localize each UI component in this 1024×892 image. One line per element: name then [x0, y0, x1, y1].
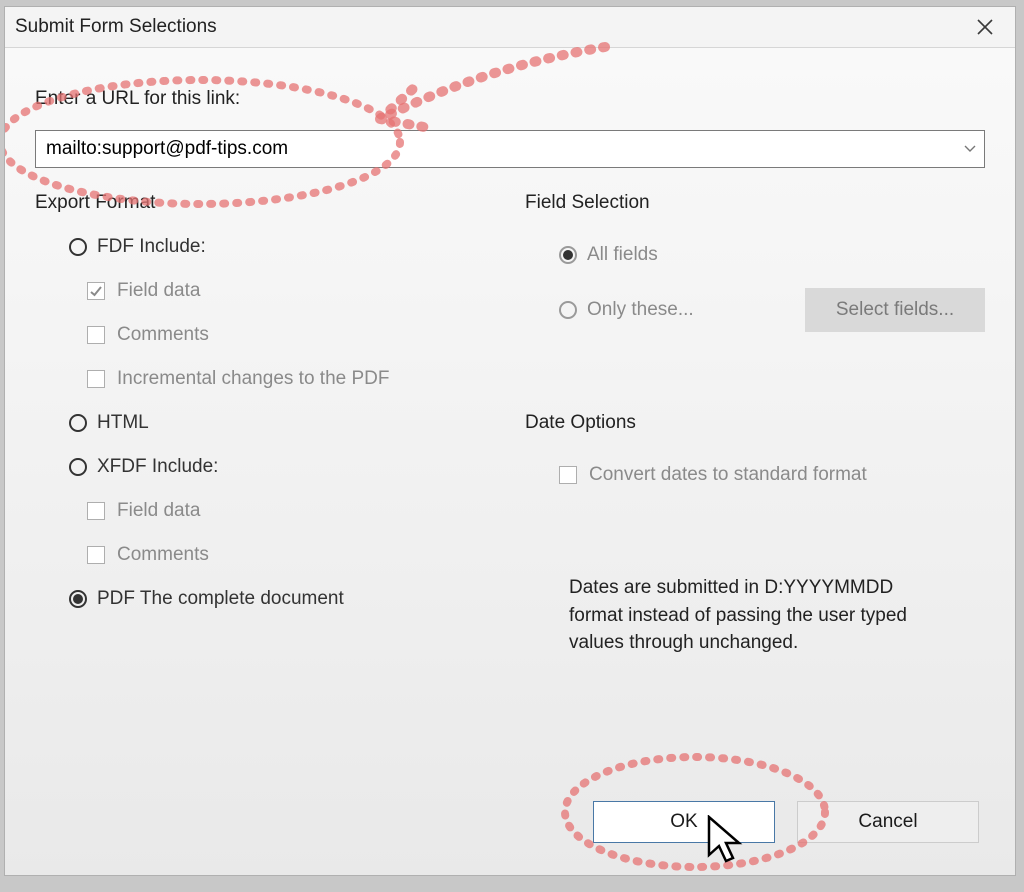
radio-fdf[interactable]: FDF Include: [35, 236, 495, 258]
checkbox-icon [87, 546, 105, 564]
dialog-footer: OK Cancel [593, 801, 979, 843]
submit-form-selections-dialog: Submit Form Selections Enter a URL for t… [4, 6, 1016, 876]
radio-fdf-label: FDF Include: [97, 236, 206, 258]
close-button[interactable] [965, 11, 1005, 43]
checkbox-icon [87, 502, 105, 520]
radio-xfdf[interactable]: XFDF Include: [35, 456, 495, 478]
radio-html-label: HTML [97, 412, 149, 434]
checkbox-icon [559, 466, 577, 484]
radio-icon [69, 590, 87, 608]
xfdf-field-data-label: Field data [117, 500, 200, 522]
checkbox-fdf-comments[interactable]: Comments [35, 324, 495, 346]
fdf-comments-label: Comments [117, 324, 209, 346]
select-fields-button: Select fields... [805, 288, 985, 332]
date-options-help-text: Dates are submitted in D:YYYYMMDD format… [525, 574, 929, 657]
checkbox-icon [87, 282, 105, 300]
radio-icon [559, 301, 577, 319]
radio-icon [69, 414, 87, 432]
fdf-incremental-label: Incremental changes to the PDF [117, 368, 389, 390]
radio-icon [69, 238, 87, 256]
ok-button[interactable]: OK [593, 801, 775, 843]
checkbox-fdf-field-data[interactable]: Field data [35, 280, 495, 302]
convert-dates-label: Convert dates to standard format [589, 464, 867, 486]
radio-pdf[interactable]: PDF The complete document [35, 588, 495, 610]
url-input[interactable] [36, 138, 956, 160]
title-bar: Submit Form Selections [5, 7, 1015, 48]
radio-icon [69, 458, 87, 476]
xfdf-comments-label: Comments [117, 544, 209, 566]
date-options-title: Date Options [525, 412, 985, 434]
fdf-field-data-label: Field data [117, 280, 200, 302]
radio-all-fields: All fields [525, 244, 985, 266]
checkbox-convert-dates[interactable]: Convert dates to standard format [525, 464, 985, 486]
url-label: Enter a URL for this link: [35, 88, 985, 110]
only-these-label: Only these... [587, 299, 694, 321]
radio-pdf-label: PDF The complete document [97, 588, 344, 610]
right-column: Field Selection All fields Only these...… [525, 192, 985, 657]
dialog-title: Submit Form Selections [15, 16, 965, 38]
radio-icon [559, 246, 577, 264]
export-format-group: Export Format FDF Include: Field data Co… [35, 192, 495, 657]
close-icon [976, 18, 994, 36]
checkbox-fdf-incremental[interactable]: Incremental changes to the PDF [35, 368, 495, 390]
export-format-title: Export Format [35, 192, 495, 214]
checkbox-icon [87, 326, 105, 344]
checkbox-xfdf-comments[interactable]: Comments [35, 544, 495, 566]
radio-only-these: Only these... Select fields... [525, 288, 985, 332]
checkbox-icon [87, 370, 105, 388]
chevron-down-icon [964, 145, 976, 153]
url-dropdown-button[interactable] [956, 131, 984, 167]
all-fields-label: All fields [587, 244, 658, 266]
cancel-button[interactable]: Cancel [797, 801, 979, 843]
url-field[interactable] [35, 130, 985, 168]
field-selection-title: Field Selection [525, 192, 985, 214]
radio-xfdf-label: XFDF Include: [97, 456, 218, 478]
radio-html[interactable]: HTML [35, 412, 495, 434]
checkbox-xfdf-field-data[interactable]: Field data [35, 500, 495, 522]
